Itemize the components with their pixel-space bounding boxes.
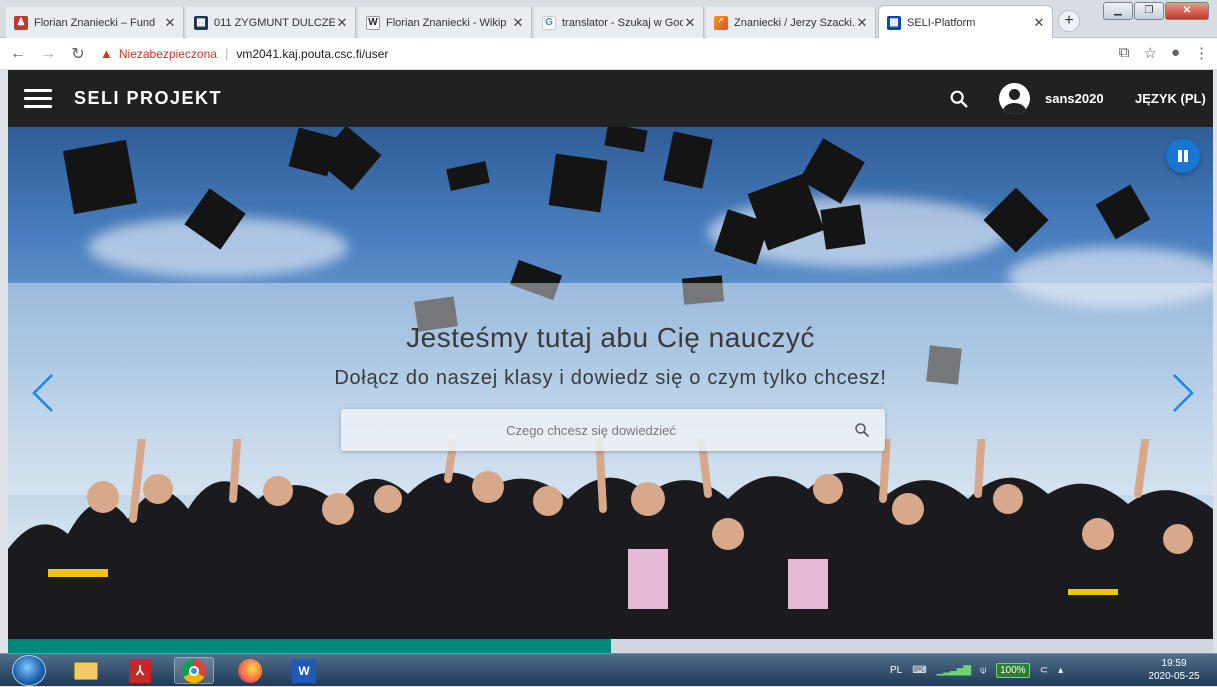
graduation-cap bbox=[62, 139, 138, 215]
tab-title: SELI-Platform bbox=[907, 16, 976, 29]
firefox-icon[interactable] bbox=[230, 657, 270, 684]
toolbar-actions: ⧉ ☆ ● ⋮ bbox=[1119, 44, 1209, 62]
search-icon[interactable] bbox=[948, 88, 970, 110]
browser-tab-active[interactable]: ▦ SELI-Platform ✕ bbox=[878, 5, 1053, 39]
minimize-button[interactable]: ▁ bbox=[1103, 2, 1133, 20]
graduation-cap bbox=[1095, 184, 1151, 240]
word-icon[interactable]: W bbox=[284, 657, 324, 684]
graduation-cap bbox=[604, 127, 648, 153]
reload-icon[interactable]: ↻ bbox=[66, 44, 90, 64]
hero-subheadline: Dołącz do naszej klasy i dowiedz się o c… bbox=[334, 367, 887, 389]
graduation-cap bbox=[820, 204, 866, 250]
chrome-taskbar-icon[interactable] bbox=[174, 657, 214, 684]
wikipedia-icon: W bbox=[366, 15, 380, 30]
close-tab-icon[interactable]: ✕ bbox=[335, 15, 349, 31]
tab-title: Florian Znaniecki – Fund bbox=[34, 16, 156, 29]
tray-expand-icon[interactable]: ▴ bbox=[1058, 665, 1063, 676]
browser-tabstrip: ♟ Florian Znaniecki – Fund ✕ ▦ 011 ZYGMU… bbox=[0, 0, 1217, 39]
graduation-cap bbox=[446, 161, 490, 191]
security-label[interactable]: Niezabezpieczona bbox=[119, 47, 217, 61]
maximize-button[interactable]: ❐ bbox=[1134, 2, 1164, 20]
address-bar[interactable]: ▲ Niezabezpieczona | vm2041.kaj.pouta.cs… bbox=[100, 42, 388, 66]
hero-carousel: Jesteśmy tutaj abu Cię nauczyć Dołącz do… bbox=[8, 127, 1213, 639]
bookmark-star-icon[interactable]: ☆ bbox=[1143, 44, 1156, 62]
url-text[interactable]: vm2041.kaj.pouta.csc.fi/user bbox=[236, 47, 388, 61]
keyboard-icon[interactable]: ⌨ bbox=[912, 665, 926, 676]
google-icon: G bbox=[542, 15, 556, 30]
tab-title: 011 ZYGMUNT DULCZEW bbox=[214, 16, 335, 29]
browser-tab[interactable]: ▦ 011 ZYGMUNT DULCZEW ✕ bbox=[186, 7, 356, 38]
clock-date: 2020-05-25 bbox=[1148, 671, 1200, 682]
tab-title: Florian Znaniecki - Wikip bbox=[386, 16, 507, 29]
taskbar-clock[interactable]: 19:59 2020-05-25 bbox=[1144, 657, 1204, 683]
windows-start-button[interactable] bbox=[12, 655, 46, 686]
close-tab-icon[interactable]: ✕ bbox=[855, 15, 869, 31]
username-label[interactable]: sans2020 bbox=[1045, 91, 1104, 106]
carousel-pause-button[interactable] bbox=[1166, 139, 1200, 173]
acrobat-reader-icon[interactable]: ⅄ bbox=[120, 657, 160, 684]
language-selector[interactable]: JĘZYK (PL) bbox=[1135, 91, 1206, 106]
signal-strength-icon[interactable]: ▁▂▃▅▇ bbox=[937, 665, 971, 676]
close-window-button[interactable]: ✕ bbox=[1165, 2, 1209, 20]
close-tab-icon[interactable]: ✕ bbox=[511, 15, 525, 31]
tab-title: Znaniecki / Jerzy Szacki. bbox=[734, 16, 855, 29]
close-tab-icon[interactable]: ✕ bbox=[683, 15, 697, 31]
browser-tab[interactable]: ◜ Znaniecki / Jerzy Szacki. ✕ bbox=[706, 7, 876, 38]
browser-tab[interactable]: ♟ Florian Znaniecki – Fund ✕ bbox=[6, 7, 184, 38]
profile-icon[interactable]: ● bbox=[1171, 44, 1180, 62]
close-tab-icon[interactable]: ✕ bbox=[1032, 15, 1046, 31]
clock-time: 19:59 bbox=[1161, 658, 1187, 669]
site-favicon-icon: ◜ bbox=[714, 15, 728, 30]
close-tab-icon[interactable]: ✕ bbox=[163, 15, 177, 31]
graduation-cap bbox=[663, 131, 713, 189]
back-arrow-icon[interactable]: ← bbox=[6, 45, 30, 63]
tab-title: translator - Szukaj w Goo bbox=[562, 16, 683, 29]
browser-tab[interactable]: W Florian Znaniecki - Wikip ✕ bbox=[358, 7, 532, 38]
network-icon[interactable]: ⍦ bbox=[980, 665, 986, 676]
browser-tab[interactable]: G translator - Szukaj w Goo ✕ bbox=[534, 7, 704, 38]
brand-title[interactable]: SELI PROJEKT bbox=[74, 88, 222, 109]
file-explorer-icon[interactable] bbox=[66, 657, 106, 684]
graduates-crowd bbox=[8, 439, 1213, 639]
hero-search-box bbox=[341, 409, 885, 451]
carousel-progress-fill bbox=[8, 639, 611, 653]
forward-arrow-icon[interactable]: → bbox=[36, 45, 60, 63]
translate-icon[interactable]: ⧉ bbox=[1119, 44, 1130, 62]
site-favicon-icon: ♟ bbox=[14, 15, 28, 30]
power-icon[interactable]: ⊂ bbox=[1040, 665, 1048, 676]
divider: | bbox=[224, 46, 229, 61]
carousel-progress-bar bbox=[8, 639, 1213, 653]
new-tab-button[interactable]: + bbox=[1058, 10, 1080, 32]
site-favicon-icon: ▦ bbox=[194, 15, 208, 30]
app-header: SELI PROJEKT sans2020 JĘZYK (PL) bbox=[8, 70, 1213, 127]
graduation-cap bbox=[548, 153, 608, 213]
hero-headline: Jesteśmy tutaj abu Cię nauczyć bbox=[406, 322, 815, 353]
keyboard-language-label[interactable]: PL bbox=[890, 665, 902, 676]
battery-level[interactable]: 100% bbox=[996, 663, 1030, 678]
system-tray: PL ⌨ ▁▂▃▅▇ ⍦ 100% ⊂ ▴ bbox=[890, 654, 1063, 687]
windows-taskbar: ⅄ W PL ⌨ ▁▂▃▅▇ ⍦ 100% ⊂ ▴ 19:59 2020-05-… bbox=[0, 653, 1217, 686]
window-controls: ▁ ❐ ✕ bbox=[1103, 2, 1209, 20]
account-avatar-icon[interactable] bbox=[999, 83, 1030, 114]
hamburger-menu-icon[interactable] bbox=[24, 89, 52, 108]
browser-toolbar: ← → ↻ ▲ Niezabezpieczona | vm2041.kaj.po… bbox=[0, 38, 1217, 70]
seli-favicon-icon: ▦ bbox=[887, 15, 901, 30]
menu-kebab-icon[interactable]: ⋮ bbox=[1194, 44, 1209, 62]
search-icon[interactable] bbox=[853, 421, 871, 439]
hero-search-input[interactable] bbox=[341, 409, 841, 451]
warning-icon: ▲ bbox=[100, 46, 113, 61]
